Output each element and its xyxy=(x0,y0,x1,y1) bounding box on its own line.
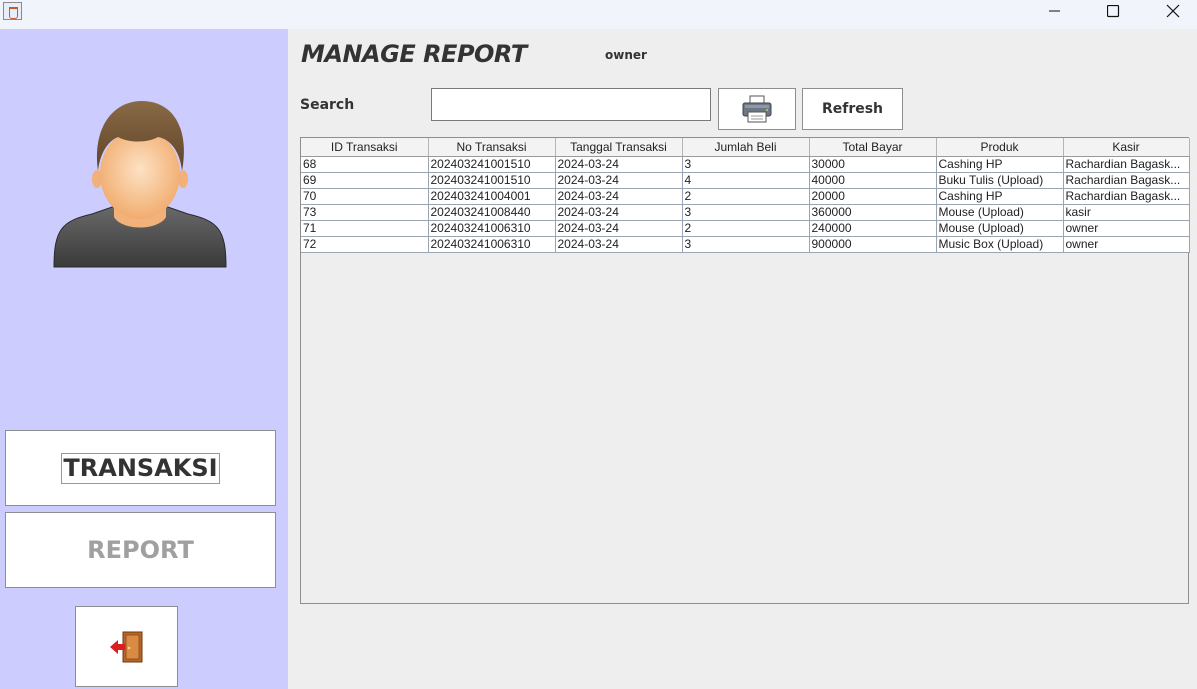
table-cell[interactable]: 2024-03-24 xyxy=(555,236,683,253)
current-user-label: owner xyxy=(605,48,647,62)
main-panel: MANAGE REPORT owner Search Refresh ID Tr… xyxy=(288,29,1197,689)
table-cell[interactable]: 20000 xyxy=(809,188,937,205)
report-label: REPORT xyxy=(87,536,194,564)
column-header[interactable]: Total Bayar xyxy=(809,138,937,157)
column-header[interactable]: Produk xyxy=(936,138,1064,157)
table-cell[interactable]: owner xyxy=(1063,236,1190,253)
column-header[interactable]: ID Transaksi xyxy=(301,138,429,157)
table-cell[interactable]: 2024-03-24 xyxy=(555,172,683,189)
table-row[interactable]: 72 202403241006310 2024-03-24 3 900000 M… xyxy=(301,236,1190,253)
report-button[interactable]: REPORT xyxy=(5,512,276,588)
title-bar xyxy=(0,0,1197,29)
table-row[interactable]: 70 202403241004001 2024-03-24 2 20000 Ca… xyxy=(301,188,1190,205)
table-cell[interactable]: Cashing HP xyxy=(936,156,1064,173)
table-cell[interactable]: Cashing HP xyxy=(936,188,1064,205)
table-cell[interactable]: Buku Tulis (Upload) xyxy=(936,172,1064,189)
table-cell[interactable]: 70 xyxy=(301,188,429,205)
exit-door-icon xyxy=(109,631,142,662)
report-table-container[interactable]: ID Transaksi No Transaksi Tanggal Transa… xyxy=(300,137,1190,604)
column-header[interactable]: No Transaksi xyxy=(428,138,556,157)
table-cell[interactable]: 3 xyxy=(682,156,810,173)
maximize-button[interactable] xyxy=(1090,0,1136,22)
column-header[interactable]: Jumlah Beli xyxy=(682,138,810,157)
table-cell[interactable]: Music Box (Upload) xyxy=(936,236,1064,253)
table-cell[interactable]: Rachardian Bagask... xyxy=(1063,156,1190,173)
table-cell[interactable]: 40000 xyxy=(809,172,937,189)
table-cell[interactable]: 2024-03-24 xyxy=(555,188,683,205)
exit-button[interactable] xyxy=(75,606,178,687)
table-cell[interactable]: Rachardian Bagask... xyxy=(1063,188,1190,205)
table-cell[interactable]: 30000 xyxy=(809,156,937,173)
print-button[interactable] xyxy=(718,88,796,130)
page-title: MANAGE REPORT xyxy=(301,40,527,68)
table-cell[interactable]: 202403241001510 xyxy=(428,156,556,173)
table-cell[interactable]: 71 xyxy=(301,220,429,237)
user-avatar-icon xyxy=(53,101,227,268)
table-cell[interactable]: 2 xyxy=(682,220,810,237)
minimize-button[interactable] xyxy=(1032,0,1078,22)
table-row[interactable]: 68 202403241001510 2024-03-24 3 30000 Ca… xyxy=(301,156,1190,173)
table-row[interactable]: 73 202403241008440 2024-03-24 3 360000 M… xyxy=(301,204,1190,221)
table-cell[interactable]: 72 xyxy=(301,236,429,253)
minimize-icon xyxy=(1049,10,1060,12)
table-cell[interactable]: 2024-03-24 xyxy=(555,204,683,221)
table-cell[interactable]: 202403241006310 xyxy=(428,236,556,253)
search-label: Search xyxy=(300,97,355,113)
table-cell[interactable]: Mouse (Upload) xyxy=(936,220,1064,237)
sidebar: TRANSAKSI REPORT xyxy=(0,29,288,689)
table-cell[interactable]: 202403241001510 xyxy=(428,172,556,189)
table-header-row: ID Transaksi No Transaksi Tanggal Transa… xyxy=(301,138,1190,157)
table-row[interactable]: 69 202403241001510 2024-03-24 4 40000 Bu… xyxy=(301,172,1190,189)
table-cell[interactable]: 73 xyxy=(301,204,429,221)
table-cell[interactable]: 240000 xyxy=(809,220,937,237)
refresh-button[interactable]: Refresh xyxy=(802,88,903,130)
table-cell[interactable]: 2 xyxy=(682,188,810,205)
printer-icon xyxy=(742,95,772,123)
table-cell[interactable]: 69 xyxy=(301,172,429,189)
table-cell[interactable]: owner xyxy=(1063,220,1190,237)
table-cell[interactable]: Mouse (Upload) xyxy=(936,204,1064,221)
table-cell[interactable]: 2024-03-24 xyxy=(555,156,683,173)
table-cell[interactable]: 4 xyxy=(682,172,810,189)
column-header[interactable]: Tanggal Transaksi xyxy=(555,138,683,157)
table-cell[interactable]: 2024-03-24 xyxy=(555,220,683,237)
column-header[interactable]: Kasir xyxy=(1063,138,1190,157)
table-cell[interactable]: Rachardian Bagask... xyxy=(1063,172,1190,189)
close-button[interactable] xyxy=(1150,0,1196,22)
table-cell[interactable]: 900000 xyxy=(809,236,937,253)
close-icon xyxy=(1166,4,1180,18)
table-cell[interactable]: 202403241004001 xyxy=(428,188,556,205)
search-input[interactable] xyxy=(431,88,711,121)
java-app-icon xyxy=(3,2,22,20)
table-row[interactable]: 71 202403241006310 2024-03-24 2 240000 M… xyxy=(301,220,1190,237)
report-table: ID Transaksi No Transaksi Tanggal Transa… xyxy=(301,138,1190,253)
table-cell[interactable]: 202403241006310 xyxy=(428,220,556,237)
table-cell[interactable]: 360000 xyxy=(809,204,937,221)
transaksi-button[interactable]: TRANSAKSI xyxy=(5,430,276,506)
table-cell[interactable]: kasir xyxy=(1063,204,1190,221)
table-cell[interactable]: 3 xyxy=(682,236,810,253)
table-cell[interactable]: 202403241008440 xyxy=(428,204,556,221)
table-cell[interactable]: 68 xyxy=(301,156,429,173)
table-cell[interactable]: 3 xyxy=(682,204,810,221)
maximize-icon xyxy=(1106,4,1119,17)
transaksi-label: TRANSAKSI xyxy=(61,452,220,484)
